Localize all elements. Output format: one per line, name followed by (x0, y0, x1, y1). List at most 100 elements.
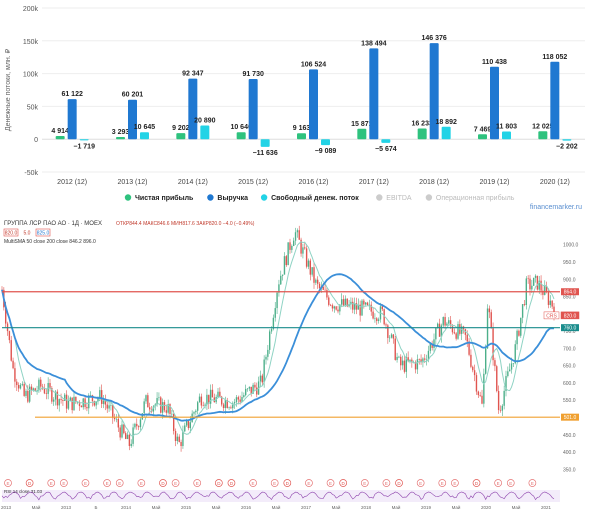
data-label: 60 201 (122, 92, 144, 99)
candle-body (80, 406, 83, 408)
candle-body (237, 397, 240, 400)
candle-body (136, 423, 138, 427)
candle-body (551, 300, 553, 307)
candle-body (501, 405, 504, 411)
x-tick-label: 2016 (12) (299, 179, 329, 186)
candle-body (283, 256, 286, 275)
x-tick-label: 2019 (12) (480, 179, 510, 186)
candle-body (403, 360, 406, 372)
legend-label: Чистая прибыль (135, 194, 194, 202)
x-tick-label: 2015 (181, 505, 192, 510)
candle-body (128, 434, 131, 446)
candle-body (158, 397, 160, 399)
candle-body (139, 419, 142, 428)
event-marker-label: E (531, 481, 534, 486)
event-marker-label: E (307, 481, 310, 486)
bar-fcf (140, 132, 149, 140)
candle-body (457, 324, 459, 339)
candle-body (477, 391, 480, 396)
x-tick-label: Май (212, 504, 221, 510)
candle-body (435, 327, 437, 340)
legend-label: EBITDA (386, 195, 412, 202)
candle-body (540, 280, 542, 291)
candle-body (268, 331, 271, 350)
candle-body (424, 358, 426, 360)
legend-label: Выручка (217, 195, 248, 202)
data-label: 91 730 (242, 71, 264, 78)
price-tag-label: CRS (546, 313, 557, 319)
legend-marker (260, 194, 268, 201)
candle-body (298, 230, 300, 240)
y-tick-label: 50k (27, 104, 39, 111)
candle-body (27, 390, 29, 402)
candle-body (180, 441, 182, 447)
y-tick-label: 150k (23, 39, 39, 46)
data-label: 61 122 (61, 91, 83, 98)
candle-body (113, 417, 116, 420)
data-label: 110 438 (482, 59, 507, 66)
candle-body (438, 323, 441, 337)
data-label: 3 293 (112, 129, 130, 136)
candle-body (8, 331, 11, 341)
candle-body (115, 418, 118, 420)
candle-body (256, 387, 258, 395)
candle-body (250, 386, 252, 394)
candle-body (117, 418, 120, 428)
candle-body (292, 240, 295, 246)
x-tick-label: Май (332, 504, 341, 510)
bar-net-profit (236, 132, 246, 140)
bar-revenue (248, 79, 258, 140)
bar-fcf (441, 126, 451, 140)
price-box-label: 820.0 (5, 231, 18, 237)
data-label: 20 890 (194, 117, 216, 124)
candle-body (518, 330, 520, 336)
candle-body (311, 267, 313, 275)
candle-body (490, 312, 492, 329)
candle-body (521, 304, 524, 318)
candle-body (28, 386, 31, 402)
candle-body (200, 396, 203, 406)
candle-body (137, 426, 140, 428)
candle-body (189, 422, 192, 429)
candle-body (531, 285, 533, 290)
candle-body (259, 375, 262, 382)
candle-body (294, 232, 297, 241)
bar-revenue (309, 69, 318, 140)
bar-revenue (128, 99, 137, 140)
candle-body (313, 267, 315, 283)
financials-chart: 200k 150k 100k 50k 0 -50k Денежные потоки, млн… (0, 0, 590, 213)
candle-body (222, 404, 225, 409)
event-marker-label: E (441, 481, 444, 486)
candle-body (392, 334, 395, 339)
candle-body (182, 431, 184, 447)
candle-body (60, 399, 62, 400)
candle-body (102, 400, 105, 404)
financials-bar-chart-svg: 200k 150k 100k 50k 0 -50k Денежные потоки, млн… (5, 6, 585, 211)
level-tag-label: 501.0 (564, 415, 577, 421)
candle-body (429, 343, 432, 351)
candle-body (195, 410, 197, 413)
data-label: 92 347 (182, 71, 204, 78)
x-tick-label: Б (95, 505, 98, 510)
x-tick-label: Май (392, 504, 401, 510)
candle-body (433, 339, 435, 348)
candle-body (254, 384, 256, 388)
candle-body (337, 309, 339, 312)
bar-net-profit (116, 137, 125, 140)
candle-body (385, 324, 387, 326)
price-box-label: 825.0 (37, 231, 50, 237)
bar-fcf (321, 139, 330, 146)
event-marker-label: E (174, 481, 177, 486)
x-tick-label: Май (32, 504, 41, 510)
candle-body (211, 389, 214, 398)
candle-body (322, 286, 324, 290)
ohlc-readout: ОТКР844.4 МАКС846.6 МИН817.6 ЗАКР820.0 −… (116, 221, 255, 227)
candle-body (536, 275, 539, 290)
candle-body (520, 317, 522, 336)
candle-body (106, 404, 108, 409)
candle-body (488, 308, 491, 313)
x-tick-label: 2017 (12) (359, 179, 389, 186)
candle-body (401, 360, 404, 366)
candle-body (198, 396, 201, 403)
candle-body (276, 292, 278, 309)
